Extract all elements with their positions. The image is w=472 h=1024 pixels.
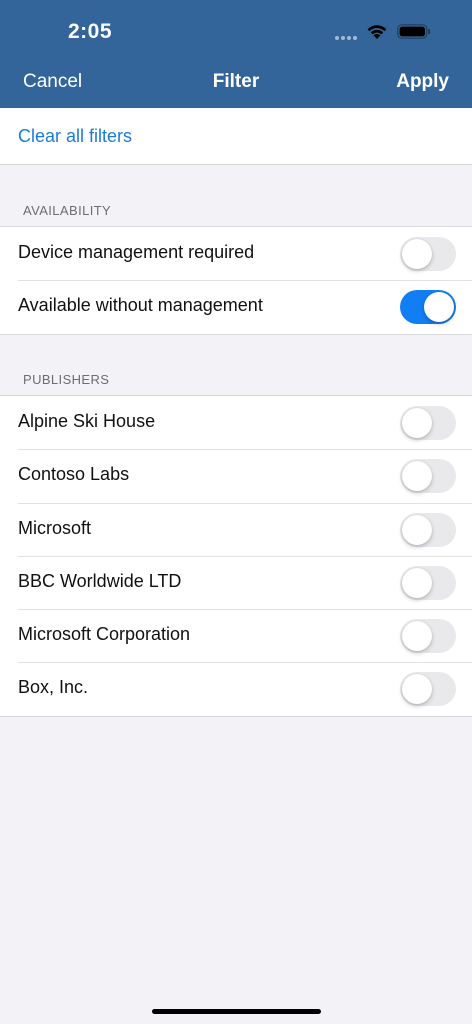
toggle-knob [402,408,432,438]
signal-icon [335,36,359,41]
status-time: 2:05 [68,20,113,43]
row-label: Alpine Ski House [18,411,156,431]
header: 2:05 Cancel Filter Apply [0,0,472,108]
availability-row-device-management-required: Device management required [0,227,472,280]
home-indicator [152,1009,321,1014]
publisher-row-microsoft-corporation: Microsoft Corporation [0,609,472,662]
toggle-knob [402,674,432,705]
row-label: Box, Inc. [18,677,89,698]
section-header-publishers: PUBLISHERS [23,372,110,387]
clear-all-filters-button[interactable]: Clear all filters [18,126,132,147]
publisher-row-box-inc: Box, Inc. [0,662,472,715]
nav-bar: Cancel Filter Apply [0,62,472,108]
toggle-knob [402,461,432,492]
toggle-knob [402,514,432,545]
row-label: Microsoft Corporation [18,624,191,645]
row-label: Device management required [18,242,255,262]
row-label: BBC Worldwide LTD [18,570,182,591]
publisher-row-microsoft: Microsoft [0,502,472,556]
toggle-knob [402,621,432,652]
microsoft-toggle[interactable] [400,512,456,547]
publisher-row-contoso-labs: Contoso Labs [0,449,472,502]
availability-group: Device management required Available wit… [0,226,472,335]
wifi-icon [367,25,387,39]
toggle-knob [424,292,454,323]
row-label: Microsoft [18,517,92,538]
publisher-row-alpine-ski-house: Alpine Ski House [0,396,472,449]
cancel-button[interactable]: Cancel [23,71,82,93]
availability-row-available-without-management: Available without management [0,280,472,333]
battery-icon [397,24,431,39]
row-label: Contoso Labs [18,464,130,485]
device-management-required-toggle[interactable] [400,237,456,271]
toggle-knob [402,239,432,269]
available-without-management-toggle[interactable] [400,290,456,325]
publishers-group: Alpine Ski House Contoso Labs Microsoft … [0,395,472,717]
microsoft-corporation-toggle[interactable] [400,619,456,654]
row-label: Available without management [18,295,263,316]
section-header-availability: AVAILABILITY [23,203,112,218]
alpine-ski-house-toggle[interactable] [400,406,456,440]
toggle-knob [402,567,432,598]
clear-filters-row: Clear all filters [0,108,472,165]
status-bar: 2:05 [0,0,472,62]
contoso-labs-toggle[interactable] [400,459,456,494]
box-inc-toggle[interactable] [400,672,456,707]
apply-button[interactable]: Apply [396,71,449,93]
bbc-worldwide-ltd-toggle[interactable] [400,565,456,600]
publisher-row-bbc-worldwide-ltd: BBC Worldwide LTD [0,555,472,609]
